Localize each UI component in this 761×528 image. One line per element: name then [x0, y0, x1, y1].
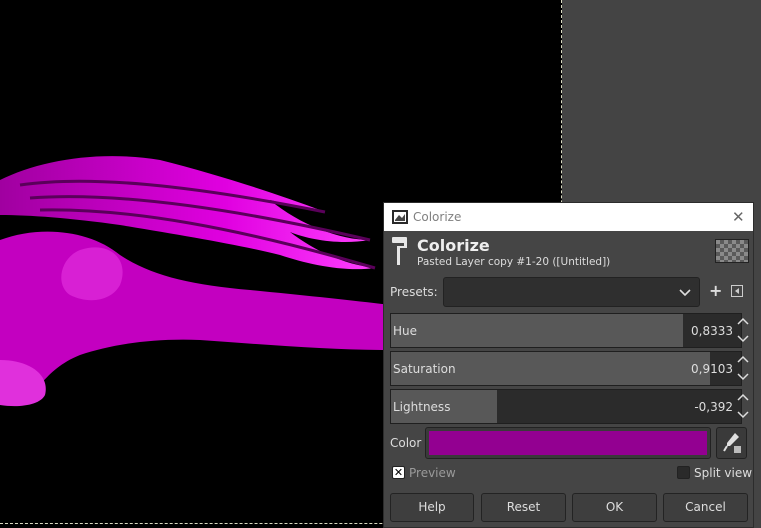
close-icon[interactable]: ✕	[732, 208, 745, 226]
reset-button[interactable]: Reset	[481, 493, 566, 522]
hue-value: 0,8333	[691, 324, 733, 338]
lightness-label: Lightness	[393, 400, 451, 414]
split-view-label: Split view	[694, 466, 753, 480]
dialog-header-title: Colorize	[417, 236, 490, 255]
saturation-slider[interactable]: Saturation 0,9103	[390, 351, 742, 386]
window-title: Colorize	[413, 210, 462, 224]
presets-dropdown[interactable]	[443, 277, 700, 307]
colorize-tool-icon	[392, 237, 407, 265]
presets-label: Presets:	[390, 285, 438, 299]
preview-checkbox[interactable]: ✕	[392, 466, 405, 479]
layer-name: Pasted Layer copy #1-20 ([Untitled])	[417, 256, 611, 268]
color-picker-button[interactable]	[716, 427, 747, 459]
lightness-slider[interactable]: Lightness -0,392	[390, 389, 742, 424]
saturation-value: 0,9103	[691, 362, 733, 376]
eyedropper-icon	[723, 433, 741, 453]
color-swatch-button[interactable]	[425, 427, 711, 459]
saturation-spin-arrows-icon[interactable]	[736, 351, 750, 386]
split-view-checkbox[interactable]	[677, 466, 690, 479]
cancel-button[interactable]: Cancel	[663, 493, 748, 522]
gimp-window-icon	[392, 210, 408, 224]
layer-thumbnail	[715, 239, 749, 263]
ok-button[interactable]: OK	[572, 493, 657, 522]
color-swatch	[429, 431, 707, 455]
preview-label: Preview	[409, 466, 456, 480]
add-preset-icon[interactable]: +	[709, 283, 722, 299]
dialog-titlebar[interactable]: Colorize ✕	[384, 203, 753, 231]
saturation-label: Saturation	[393, 362, 456, 376]
presets-menu-icon[interactable]	[731, 285, 743, 297]
hue-spin-arrows-icon[interactable]	[736, 313, 750, 348]
hue-fill	[391, 314, 683, 347]
help-button[interactable]: Help	[390, 493, 474, 522]
color-label: Color	[390, 436, 422, 450]
hue-label: Hue	[393, 324, 418, 338]
lightness-value: -0,392	[694, 400, 733, 414]
lightness-spin-arrows-icon[interactable]	[736, 389, 750, 424]
hue-slider[interactable]: Hue 0,8333	[390, 313, 742, 348]
chevron-down-icon	[679, 289, 691, 297]
colorize-dialog: Colorize ✕ Colorize Pasted Layer copy #1…	[383, 202, 754, 528]
